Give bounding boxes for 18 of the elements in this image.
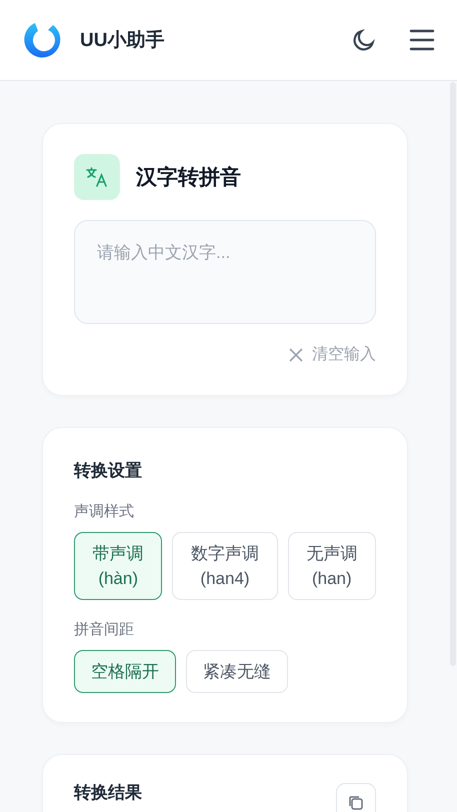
input-field[interactable]: 请输入中文汉字... <box>74 220 376 324</box>
option-button[interactable]: 无声调 (han) <box>288 532 376 600</box>
option-button[interactable]: 数字声调 (han4) <box>172 532 278 600</box>
section-title: 转换结果 <box>74 782 142 804</box>
card-title: 汉字转拼音 <box>136 164 241 191</box>
option-button[interactable]: 带声调 (hàn) <box>74 532 162 600</box>
copy-button[interactable] <box>336 783 376 812</box>
option-button[interactable]: 紧凑无缝 <box>186 650 288 693</box>
option-button[interactable]: 空格隔开 <box>74 650 176 693</box>
translate-icon <box>85 165 109 189</box>
app-title: UU小助手 <box>80 28 166 53</box>
dark-mode-button[interactable] <box>351 27 377 53</box>
group-label: 声调样式 <box>74 502 135 521</box>
copy-icon <box>347 794 365 812</box>
group-label: 拼音间距 <box>74 620 135 639</box>
close-icon <box>288 346 304 362</box>
section-title: 转换设置 <box>74 460 143 482</box>
menu-button[interactable] <box>409 28 435 52</box>
